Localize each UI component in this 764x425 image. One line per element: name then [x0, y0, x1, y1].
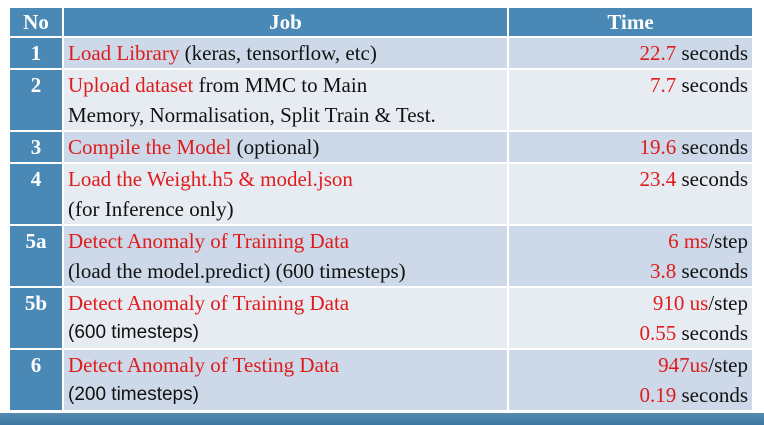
job-line: Detect Anomaly of Training Data [68, 226, 503, 256]
job-text: (600 timesteps) [68, 322, 199, 343]
time-line: 910 us/step [513, 288, 748, 318]
header-job: Job [62, 6, 509, 38]
timing-table: No Job Time 1 Load Library (keras, tenso… [8, 6, 754, 412]
job-cell: Load Library (keras, tensorflow, etc) [62, 36, 509, 70]
time-value: 19.6 [639, 135, 677, 159]
time-line: 19.6 seconds [513, 132, 749, 162]
time-unit: seconds [676, 321, 749, 345]
job-cell: Detect Anomaly of Testing Data (200 time… [62, 348, 509, 412]
time-line: 6 ms/step [513, 226, 748, 256]
job-line: Memory, Normalisation, Split Train & Tes… [68, 100, 503, 130]
table-row: 3 Compile the Model (optional) 19.6 seco… [8, 130, 754, 164]
job-text: (keras, tensorflow, etc) [179, 41, 377, 65]
job-text: (200 timesteps) [68, 384, 199, 405]
job-line: Detect Anomaly of Training Data [68, 288, 503, 318]
time-unit: seconds [676, 259, 749, 283]
time-line: 23.4 seconds [513, 164, 749, 194]
table-row: 5a Detect Anomaly of Training Data (load… [8, 224, 754, 288]
job-line: Upload dataset from MMC to Main [68, 70, 503, 100]
job-line: (load the model.predict) (600 timesteps) [68, 256, 503, 286]
time-line: 0.19 seconds [513, 380, 749, 410]
time-unit: seconds [676, 41, 749, 65]
time-cell: 23.4 seconds [507, 162, 754, 226]
row-number: 4 [8, 162, 64, 226]
row-number: 6 [8, 348, 64, 412]
time-unit: seconds [676, 383, 749, 407]
row-number: 5b [8, 286, 64, 350]
job-line: (for Inference only) [68, 194, 503, 224]
job-highlight: Detect Anomaly of Testing Data [68, 353, 340, 377]
job-line: (200 timesteps) [68, 380, 503, 410]
job-highlight: Detect Anomaly of Training Data [68, 229, 350, 253]
time-value: 910 us [652, 291, 709, 315]
row-number: 2 [8, 68, 64, 132]
time-line: 22.7 seconds [513, 38, 749, 68]
header-time: Time [507, 6, 754, 38]
header-row: No Job Time [8, 6, 754, 38]
time-cell: 7.7 seconds [507, 68, 754, 132]
time-unit: seconds [676, 73, 749, 97]
time-cell: 22.7 seconds [507, 36, 754, 70]
job-cell: Compile the Model (optional) [62, 130, 509, 164]
time-value: 6 ms [668, 229, 709, 253]
job-text: (optional) [231, 135, 320, 159]
time-line: 947us/step [513, 350, 748, 380]
job-line: Compile the Model (optional) [68, 132, 503, 162]
header-no: No [8, 6, 64, 38]
time-value: 0.55 [639, 321, 677, 345]
job-line: Load the Weight.h5 & model.json [68, 164, 503, 194]
table-row: 5b Detect Anomaly of Training Data (600 … [8, 286, 754, 350]
row-number: 1 [8, 36, 64, 70]
table-row: 6 Detect Anomaly of Testing Data (200 ti… [8, 348, 754, 412]
table-row: 1 Load Library (keras, tensorflow, etc) … [8, 36, 754, 70]
job-line: (600 timesteps) [68, 318, 503, 348]
time-line: 0.55 seconds [513, 318, 749, 348]
time-cell: 19.6 seconds [507, 130, 754, 164]
job-text: Memory, Normalisation, Split Train & Tes… [68, 103, 436, 127]
time-cell: 6 ms/step 3.8 seconds [507, 224, 754, 288]
row-number: 5a [8, 224, 64, 288]
job-line: Load Library (keras, tensorflow, etc) [68, 38, 503, 68]
job-highlight: Upload dataset [68, 73, 194, 97]
time-unit: /step [708, 229, 748, 253]
time-cell: 910 us/step 0.55 seconds [507, 286, 754, 350]
table-row: 4 Load the Weight.h5 & model.json (for I… [8, 162, 754, 226]
time-value: 0.19 [639, 383, 677, 407]
job-highlight: Detect Anomaly of Training Data [68, 291, 350, 315]
job-cell: Upload dataset from MMC to Main Memory, … [62, 68, 509, 132]
bottom-accent-bar [0, 410, 764, 425]
time-value: 22.7 [639, 41, 677, 65]
time-value: 7.7 [650, 73, 677, 97]
job-highlight: Load Library [68, 41, 180, 65]
job-highlight: Load the Weight.h5 & model.json [68, 167, 353, 191]
time-unit: /step [708, 353, 748, 377]
job-text: (load the model.predict) (600 timesteps) [68, 259, 406, 283]
time-unit: seconds [676, 135, 749, 159]
job-cell: Load the Weight.h5 & model.json (for Inf… [62, 162, 509, 226]
table-row: 2 Upload dataset from MMC to Main Memory… [8, 68, 754, 132]
job-cell: Detect Anomaly of Training Data (load th… [62, 224, 509, 288]
time-unit: /step [708, 291, 748, 315]
job-highlight: Compile the Model [68, 135, 232, 159]
row-number: 3 [8, 130, 64, 164]
job-cell: Detect Anomaly of Training Data (600 tim… [62, 286, 509, 350]
job-line: Detect Anomaly of Testing Data [68, 350, 503, 380]
time-line: 3.8 seconds [513, 256, 748, 286]
time-unit: seconds [676, 167, 749, 191]
time-value: 3.8 [650, 259, 677, 283]
time-value: 23.4 [639, 167, 677, 191]
time-value: 947us [658, 353, 709, 377]
job-text: (for Inference only) [68, 197, 234, 221]
time-line: 7.7 seconds [513, 70, 748, 100]
job-text: from MMC to Main [193, 73, 368, 97]
time-cell: 947us/step 0.19 seconds [507, 348, 754, 412]
